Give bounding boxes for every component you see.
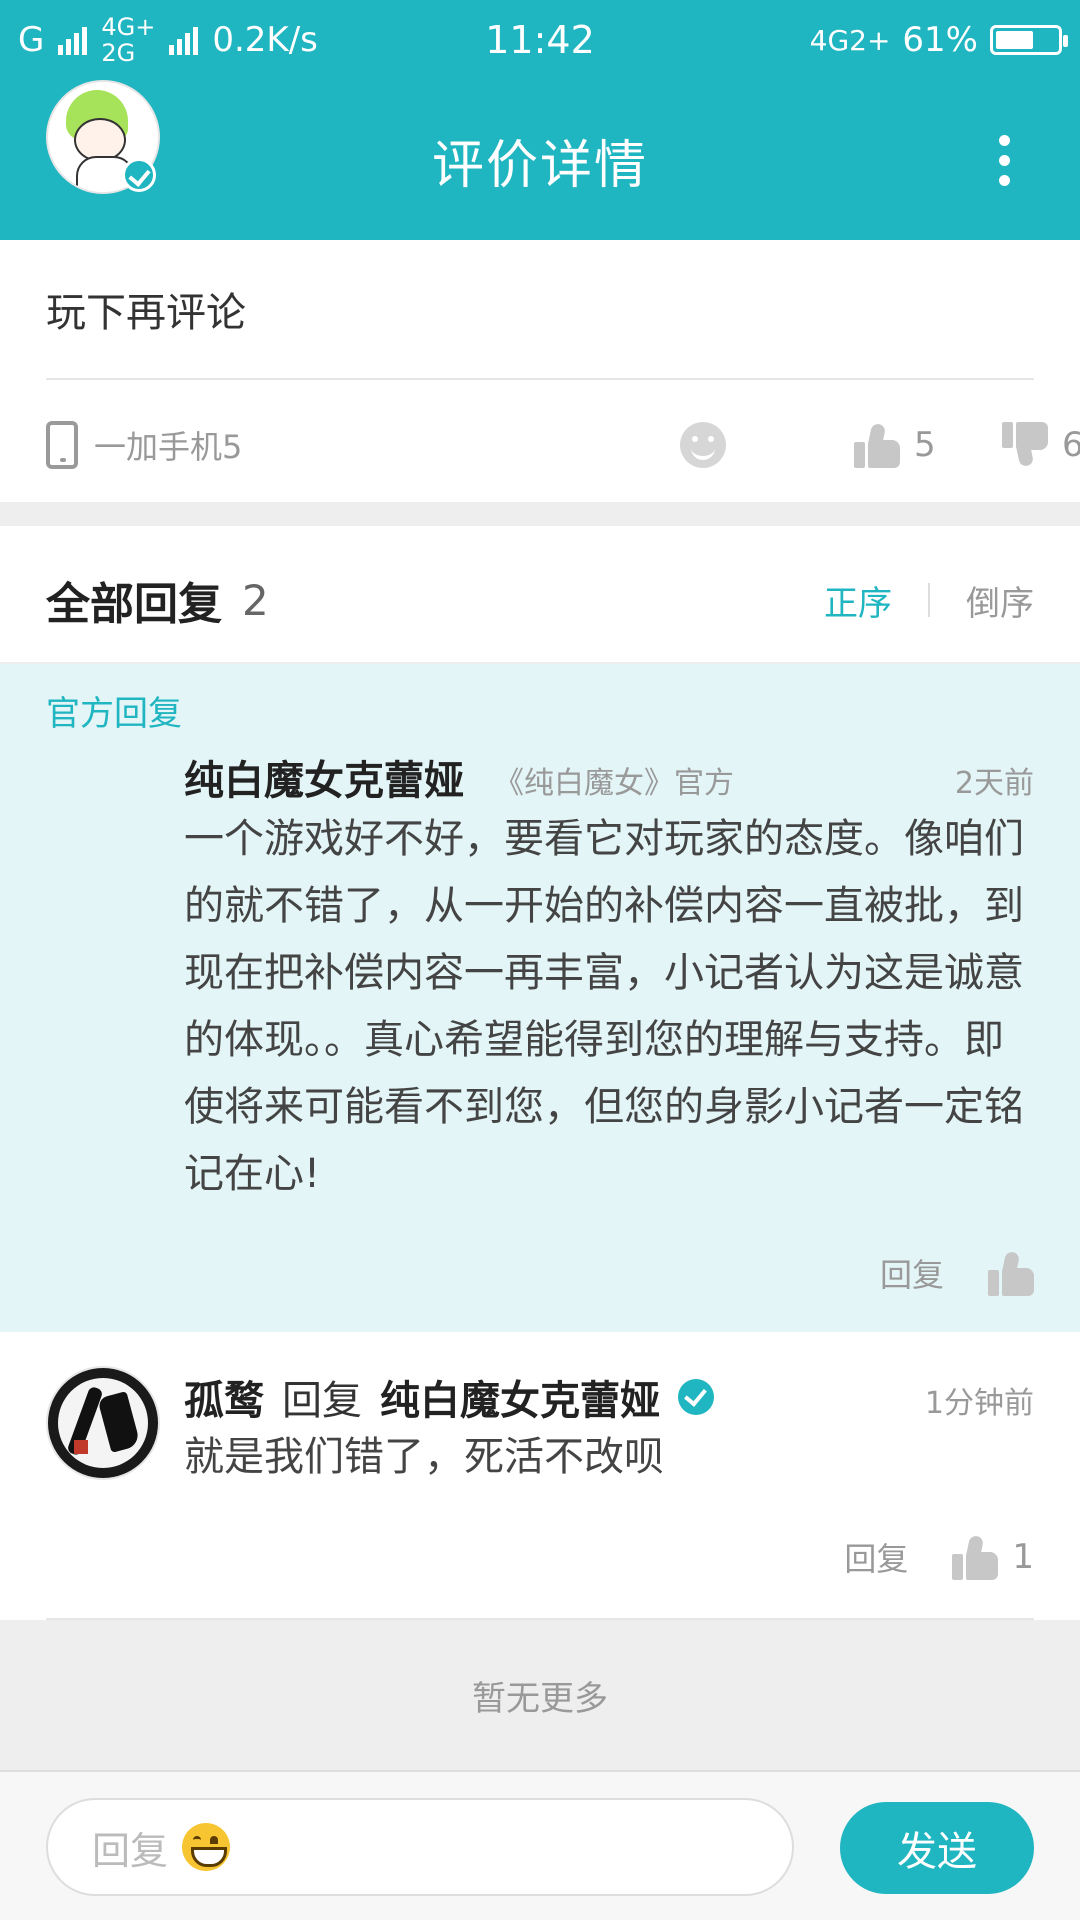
reply-word: 回复 <box>282 1378 362 1424</box>
sort-descending[interactable]: 倒序 <box>966 576 1034 625</box>
more-button[interactable] <box>964 120 1044 200</box>
reply-author[interactable]: 孤鹜 <box>184 1368 264 1426</box>
reply-time: 2天前 <box>954 766 1034 801</box>
network-bottom: 2G <box>101 39 136 67</box>
carrier-1: G <box>18 20 45 60</box>
battery-percent: 61% <box>902 20 978 60</box>
signal-icon <box>58 25 88 55</box>
like-button[interactable]: 1 <box>952 1534 1034 1580</box>
status-right: 4G2+ 61% <box>809 20 1068 60</box>
list-end: 暂无更多 <box>0 1620 1080 1770</box>
verified-icon <box>122 158 156 192</box>
replies-header: 全部回复 2 正序 倒序 <box>46 560 1034 640</box>
phone-icon <box>46 421 78 469</box>
signal-icon-2 <box>169 25 199 55</box>
reply-actions: 回复 <box>880 1250 1034 1296</box>
reply-placeholder: 回复 <box>92 1828 169 1873</box>
sort-ascending[interactable]: 正序 <box>824 576 892 625</box>
reply-to-author[interactable]: 纯白魔女克蕾娅 <box>380 1368 660 1426</box>
reply-time: 1分钟前 <box>924 1386 1034 1421</box>
more-icon <box>998 134 1010 146</box>
review-meta: 一加手机5 5 6 <box>46 410 1080 480</box>
replies-title: 全部回复 <box>46 579 222 630</box>
dislike-button[interactable]: 6 <box>1002 422 1080 468</box>
review-text: 玩下再评论 <box>46 290 246 336</box>
like-button[interactable]: 5 <box>854 422 936 468</box>
official-tag: 官方回复 <box>46 694 182 734</box>
reply-author[interactable]: 纯白魔女克蕾娅 <box>184 748 464 806</box>
sort-divider <box>928 583 930 617</box>
no-more-text: 暂无更多 <box>472 1678 608 1719</box>
network-right: 4G2+ <box>809 23 891 57</box>
thumb-down-icon <box>1002 422 1048 468</box>
reply-body: 一个游戏好不好，要看它对玩家的态度。像咱们的就不错了，从一开始的补偿内容一直被批… <box>184 816 1024 1197</box>
reply-button[interactable]: 回复 <box>880 1250 944 1296</box>
page-title: 评价详情 <box>431 135 648 196</box>
grin-emoji-icon[interactable] <box>182 1823 231 1871</box>
network-type: 4G+ 2G <box>101 14 155 66</box>
dislike-count: 6 <box>1062 425 1080 465</box>
like-count: 1 <box>1012 1537 1034 1577</box>
status-left: G 4G+ 2G 0.2K/s <box>18 14 438 66</box>
battery-icon <box>990 25 1068 55</box>
like-count: 5 <box>914 425 936 465</box>
sort-toggle: 正序 倒序 <box>824 576 1034 625</box>
send-button[interactable]: 发送 <box>840 1802 1034 1894</box>
network-top: 4G+ <box>101 13 156 41</box>
avatar[interactable] <box>46 1366 160 1480</box>
thumb-up-icon <box>854 422 900 468</box>
title-bar: 评价详情 <box>0 80 1080 240</box>
reply-subtitle: 《纯白魔女》官方 <box>494 766 734 801</box>
thumb-up-icon[interactable] <box>988 1250 1034 1296</box>
reply-actions: 回复 1 <box>844 1534 1034 1580</box>
emoji-icon[interactable] <box>680 422 726 468</box>
thumb-up-icon <box>952 1534 999 1580</box>
reply-body: 就是我们错了，死活不改呗 <box>184 1434 664 1480</box>
reply-header: 孤鹜 回复 纯白魔女克蕾娅 <box>184 1368 714 1426</box>
reply-input-bar: 回复 发送 <box>0 1770 1080 1920</box>
net-speed: 0.2K/s <box>212 20 318 60</box>
divider <box>46 378 1034 380</box>
device-name: 一加手机5 <box>94 428 243 466</box>
reply-button[interactable]: 回复 <box>844 1534 908 1580</box>
status-bar: G 4G+ 2G 0.2K/s 11:42 4G2+ 61% <box>0 0 1080 80</box>
verified-icon <box>678 1379 714 1415</box>
reply-input[interactable]: 回复 <box>46 1798 794 1896</box>
replies-count: 2 <box>242 575 269 625</box>
section-gap <box>0 502 1080 526</box>
